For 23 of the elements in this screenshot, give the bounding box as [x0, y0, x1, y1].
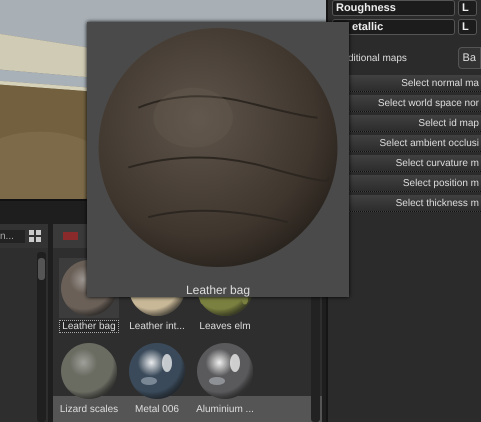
material-name: Leaves elm: [198, 320, 252, 333]
property-field[interactable]: L: [458, 0, 477, 16]
grid-view-icon[interactable]: [29, 230, 41, 242]
material-name: Leather int...: [128, 320, 186, 333]
select-map-button[interactable]: Select curvature m: [348, 155, 481, 172]
preview-title: Leather bag: [186, 283, 250, 297]
material-name: Aluminium ...: [195, 403, 255, 416]
search-field[interactable]: n...: [0, 230, 25, 242]
select-map-button[interactable]: Select position m: [348, 175, 481, 192]
bake-button[interactable]: Ba: [458, 47, 481, 69]
material-name: Leather bag: [59, 320, 119, 333]
property-field[interactable]: Roughness: [332, 0, 455, 16]
material-name: Lizard scales: [58, 403, 120, 416]
material-name: Metal 006: [134, 403, 180, 416]
select-map-button[interactable]: Select world space nor: [348, 95, 481, 112]
select-map-button[interactable]: Select ambient occlusi: [348, 135, 481, 152]
property-field[interactable]: L: [458, 19, 477, 35]
scrollbar[interactable]: [37, 252, 46, 422]
section-label: ditional maps: [348, 52, 407, 64]
select-map-button[interactable]: Select thickness m: [348, 195, 481, 212]
select-map-button[interactable]: Select id map: [348, 115, 481, 132]
color-swatch[interactable]: [63, 232, 78, 240]
select-map-button[interactable]: Select normal ma: [348, 75, 481, 92]
